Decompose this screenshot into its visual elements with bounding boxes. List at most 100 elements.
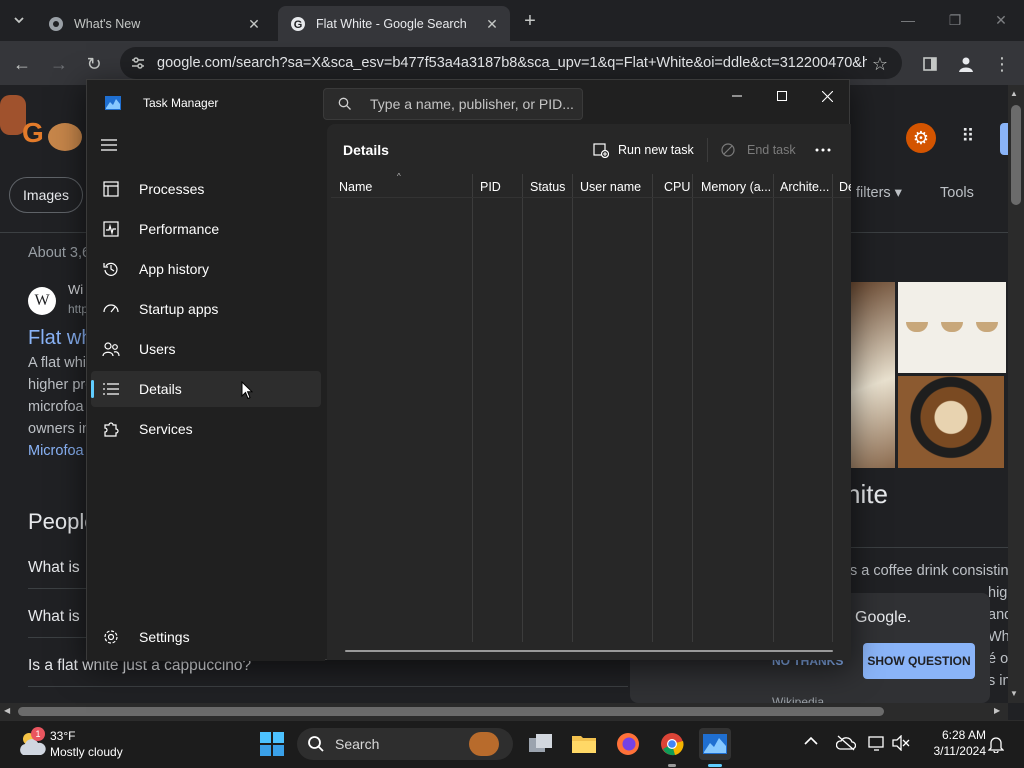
result-url: http — [68, 302, 89, 316]
forward-arrow-icon[interactable]: → — [47, 52, 71, 76]
task-view-button[interactable] — [525, 728, 557, 760]
more-menu-icon[interactable]: ⋮ — [990, 52, 1014, 76]
notification-bell-icon[interactable] — [988, 735, 1004, 753]
column-header-name[interactable]: Name — [339, 176, 469, 198]
column-header-user-name[interactable]: User name — [580, 176, 650, 198]
end-task-button[interactable]: End task — [721, 136, 796, 164]
settings-gear-icon[interactable]: ⚙ — [906, 123, 936, 153]
back-arrow-icon[interactable]: ← — [10, 52, 34, 76]
nav-startup-apps[interactable]: Startup apps — [91, 291, 321, 327]
column-header-architecture[interactable]: Archite... — [780, 176, 832, 198]
apps-grid-icon[interactable]: ⠿ — [957, 125, 979, 147]
page-horizontal-scrollbar[interactable]: ◀ ▶ — [0, 703, 1008, 720]
column-divider[interactable] — [773, 174, 774, 642]
close-icon[interactable]: ✕ — [246, 16, 262, 32]
column-divider[interactable] — [832, 174, 833, 642]
scroll-up-arrow-icon[interactable]: ▲ — [1010, 89, 1018, 98]
site-info-icon[interactable] — [130, 55, 146, 71]
table-horizontal-scrollbar[interactable] — [345, 650, 833, 652]
nav-services[interactable]: Services — [91, 411, 321, 447]
show-question-button[interactable]: SHOW QUESTION — [863, 643, 975, 679]
profile-icon[interactable] — [954, 52, 978, 76]
side-panel-icon[interactable] — [918, 52, 942, 76]
latte-art-image[interactable] — [898, 376, 1004, 468]
task-manager-taskbar-button[interactable] — [699, 728, 731, 767]
images-filter-chip[interactable]: Images — [9, 177, 83, 213]
column-divider[interactable] — [572, 174, 573, 642]
paa-question[interactable]: What is — [28, 608, 80, 626]
start-button[interactable] — [256, 728, 288, 760]
more-options-icon[interactable] — [811, 140, 835, 160]
new-tab-button[interactable]: + — [519, 10, 541, 32]
kp-description: Whil — [988, 629, 1008, 645]
nav-app-history[interactable]: App history — [91, 251, 321, 287]
nav-label: Services — [139, 421, 193, 437]
network-icon[interactable] — [868, 735, 886, 751]
knowledge-panel-title: hite — [846, 479, 888, 509]
firefox-button[interactable] — [612, 728, 644, 760]
firefox-icon — [617, 733, 639, 755]
column-divider[interactable] — [652, 174, 653, 642]
volume-muted-icon[interactable] — [892, 735, 910, 751]
nav-settings[interactable]: Settings — [91, 619, 321, 655]
weather-widget[interactable]: 1 33°F Mostly cloudy — [16, 727, 126, 763]
column-header-memory[interactable]: Memory (a... — [701, 176, 773, 198]
window-title: Task Manager — [143, 96, 219, 110]
browser-tab-whats-new[interactable]: What's New ✕ — [36, 6, 272, 41]
scroll-right-arrow-icon[interactable]: ▶ — [994, 706, 1000, 715]
weather-temperature: 33°F — [50, 729, 76, 743]
paa-question[interactable]: What is — [28, 559, 80, 577]
cloud-offline-icon[interactable] — [836, 735, 856, 751]
scroll-down-arrow-icon[interactable]: ▼ — [1010, 689, 1018, 698]
taskbar-search-box[interactable]: Search — [297, 728, 513, 760]
search-icon — [308, 736, 324, 752]
close-window-button[interactable]: ✕ — [986, 10, 1016, 30]
run-new-task-button[interactable]: Run new task — [593, 136, 694, 164]
column-header-description[interactable]: De — [839, 176, 851, 198]
column-divider[interactable] — [472, 174, 473, 642]
result-title-link[interactable]: Flat wh — [28, 327, 92, 350]
scrollbar-thumb[interactable] — [18, 707, 884, 716]
result-snippet-link[interactable]: Microfoa — [28, 443, 84, 459]
sign-in-button[interactable] — [1000, 123, 1008, 155]
kp-description: higl — [988, 585, 1008, 601]
close-icon[interactable]: ✕ — [484, 16, 500, 32]
column-header-cpu[interactable]: CPU — [664, 176, 692, 198]
nav-performance[interactable]: Performance — [91, 211, 321, 247]
nav-details[interactable]: Details — [91, 371, 321, 407]
page-vertical-scrollbar[interactable]: ▲ ▼ — [1008, 85, 1024, 703]
restore-button[interactable]: ❐ — [940, 10, 970, 30]
nav-processes[interactable]: Processes — [91, 171, 321, 207]
column-divider[interactable] — [692, 174, 693, 642]
column-divider[interactable] — [522, 174, 523, 642]
nav-label: Startup apps — [139, 301, 219, 317]
history-icon — [101, 259, 121, 279]
address-bar[interactable]: google.com/search?sa=X&sca_esv=b477f53a4… — [120, 47, 902, 79]
scroll-left-arrow-icon[interactable]: ◀ — [4, 706, 10, 715]
chrome-button[interactable] — [656, 728, 688, 767]
tools-button[interactable]: Tools — [940, 185, 974, 201]
tab-search-dropdown-button[interactable] — [6, 8, 32, 32]
show-hidden-icons-chevron-icon[interactable] — [804, 736, 818, 746]
running-indicator — [668, 764, 676, 767]
close-button[interactable] — [812, 85, 842, 107]
bookmark-star-icon[interactable]: ☆ — [868, 52, 892, 76]
selected-indicator — [91, 380, 94, 398]
nav-users[interactable]: Users — [91, 331, 321, 367]
reload-icon[interactable]: ↻ — [82, 52, 106, 76]
maximize-button[interactable] — [767, 85, 797, 107]
result-snippet-line: microfoa — [28, 399, 84, 415]
coffee-image[interactable] — [850, 282, 895, 468]
all-filters-button[interactable]: filters ▾ — [856, 185, 902, 201]
clock[interactable]: 6:28 AM 3/11/2024 — [922, 728, 987, 758]
scrollbar-thumb[interactable] — [1011, 105, 1021, 205]
file-explorer-button[interactable] — [568, 728, 600, 760]
minimize-button[interactable] — [722, 85, 752, 107]
hamburger-menu-icon[interactable] — [101, 138, 121, 158]
browser-tab-flat-white[interactable]: G Flat White - Google Search ✕ — [278, 6, 510, 41]
minimize-button[interactable]: — — [893, 10, 923, 30]
search-input[interactable]: Type a name, publisher, or PID... — [323, 88, 583, 120]
column-header-pid[interactable]: PID — [480, 176, 520, 198]
column-header-status[interactable]: Status — [530, 176, 572, 198]
coffee-menu-image[interactable] — [898, 282, 1006, 373]
